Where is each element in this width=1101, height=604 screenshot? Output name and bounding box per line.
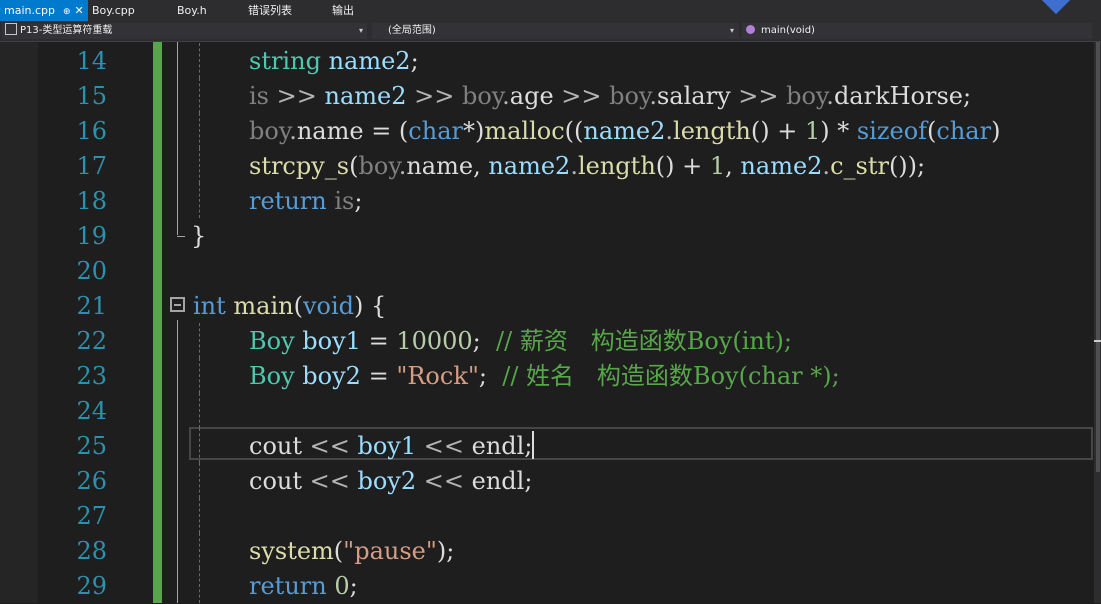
indent-guide [199,568,200,603]
text-caret [532,431,535,459]
pin-icon[interactable]: ⊕ [63,7,71,17]
code-line: 17 strcpy_s(boy.name, name2.length() + 1… [0,148,1101,184]
code-text: return 0; [249,572,358,600]
indent-guide [199,78,200,113]
chevron-down-icon: ▾ [730,26,735,35]
line-number: 20 [76,257,107,285]
code-editor[interactable]: 14 string name2; 15 is >> name2 >> boy.a… [0,42,1101,603]
line-number: 21 [76,292,107,320]
code-line: 24 [0,393,1101,429]
indent-guide [199,358,200,393]
tab-output[interactable]: 输出 [332,0,354,21]
member-name: main(void) [761,25,815,36]
line-number: 15 [76,82,107,110]
code-text: Boy boy2 = "Rock"; // 姓名 构造函数Boy(char *)… [249,362,840,390]
indent-guide [199,428,200,463]
code-line: 27 [0,498,1101,534]
close-icon[interactable]: ✕ [75,4,84,17]
code-text: Boy boy1 = 10000; // 薪资 构造函数Boy(int); [249,327,792,355]
code-line: 26 cout << boy2 << endl; [0,463,1101,499]
code-text: strcpy_s(boy.name, name2.length() + 1, n… [249,152,926,180]
project-name: P13-类型运算符重载 [20,25,113,36]
code-line: 18 return is; [0,183,1101,219]
collapse-icon[interactable] [170,297,185,312]
scope-name: (全局范围) [388,25,436,36]
indent-guide [199,183,200,218]
indent-guide [199,43,200,78]
tab-error-list[interactable]: 错误列表 [248,0,292,21]
line-number: 27 [76,502,107,530]
function-icon [746,25,755,34]
code-line-current: 25 cout << boy1 << endl; [0,428,1101,464]
tab-label: Boy.cpp [92,4,135,17]
line-number: 14 [76,47,107,75]
line-number: 29 [76,572,107,600]
document-tab-bar: main.cpp ⊕ ✕ Boy.cpp Boy.h 错误列表 输出 [0,0,1101,21]
code-text: return is; [249,187,363,215]
tab-main-cpp[interactable]: main.cpp ⊕ ✕ [0,0,88,21]
code-text: cout << boy1 << endl; [249,431,535,460]
code-text: is >> name2 >> boy.age >> boy.salary >> … [249,82,972,110]
tab-label: Boy.h [177,4,207,17]
project-dropdown[interactable]: P13-类型运算符重载 ▾ [2,23,367,39]
code-line: 15 is >> name2 >> boy.age >> boy.salary … [0,78,1101,114]
code-text: } [191,222,207,250]
code-line: 19 } [0,219,1101,254]
line-number: 24 [76,397,107,425]
live-share-icon[interactable] [1041,0,1071,15]
navigation-bar: P13-类型运算符重载 ▾ (全局范围) ▾ main(void) [0,21,1101,42]
project-icon [5,23,17,35]
code-text: boy.name = (char*)malloc((name2.length()… [249,117,1001,145]
indent-guide [199,323,200,358]
code-line: 23 Boy boy2 = "Rock"; // 姓名 构造函数Boy(char… [0,358,1101,394]
code-line: 21 int main(void) { [0,289,1101,324]
indent-guide [199,533,200,568]
line-number: 23 [76,362,107,390]
code-line: 20 [0,254,1101,289]
line-number: 19 [76,222,107,250]
chevron-down-icon: ▾ [359,26,364,35]
tab-boy-cpp[interactable]: Boy.cpp [92,0,135,21]
line-number: 22 [76,327,107,355]
indent-guide [199,148,200,183]
code-text: string name2; [249,47,419,75]
line-number: 28 [76,537,107,565]
tab-label: 错误列表 [248,4,292,17]
line-number: 16 [76,117,107,145]
code-line: 14 string name2; [0,43,1101,79]
line-number: 17 [76,152,107,180]
code-line: 28 system("pause"); [0,533,1101,569]
indent-guide [199,463,200,498]
indent-guide [199,393,200,428]
line-number: 25 [76,432,107,460]
tab-label: 输出 [332,4,354,17]
tab-label: main.cpp [4,4,55,17]
code-line: 29 return 0; [0,568,1101,604]
code-line: 16 boy.name = (char*)malloc((name2.lengt… [0,113,1101,149]
code-text: system("pause"); [249,537,455,565]
scope-dropdown[interactable]: (全局范围) ▾ [372,23,739,39]
line-number: 18 [76,187,107,215]
member-dropdown[interactable]: main(void) [742,23,1092,39]
code-text: cout << boy2 << endl; [249,467,533,495]
code-line: 22 Boy boy1 = 10000; // 薪资 构造函数Boy(int); [0,323,1101,359]
line-number: 26 [76,467,107,495]
outline-fold-end [177,236,185,237]
tab-boy-h[interactable]: Boy.h [177,0,207,21]
indent-guide [199,498,200,533]
code-text: int main(void) { [193,292,387,320]
indent-guide [199,113,200,148]
